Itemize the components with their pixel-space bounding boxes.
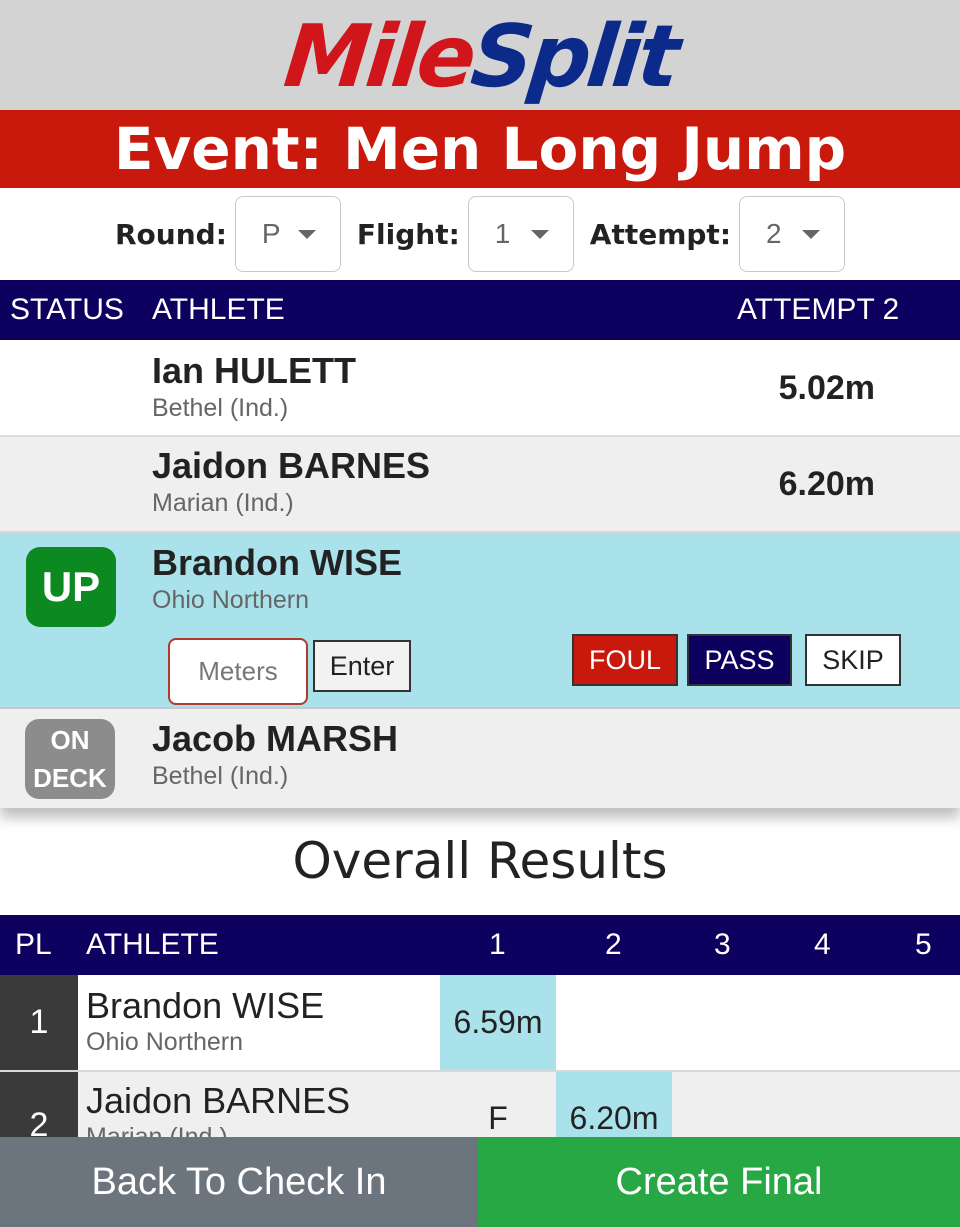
athlete-name: Brandon WISE: [152, 542, 402, 583]
athlete-name: Ian HULETT: [152, 350, 356, 391]
athlete-team: Marian (Ind.): [152, 489, 294, 517]
attempt-mark: 5.02m: [778, 369, 875, 407]
chevron-down-icon: [297, 229, 316, 239]
attempt-selector-group: Attempt: 2: [589, 196, 846, 272]
on-deck-line-1: ON: [50, 725, 90, 755]
flight-select[interactable]: 1: [467, 196, 574, 272]
flight-selector-group: Flight: 1: [357, 196, 574, 272]
attempt-2-column-header: 2: [605, 928, 622, 961]
bottom-action-bar: Back To Check In Create Final: [0, 1137, 960, 1227]
flight-value: 1: [494, 218, 511, 249]
place-cell: 1: [0, 975, 78, 1070]
round-value: P: [261, 218, 281, 249]
athlete-column-header: ATHLETE: [152, 293, 285, 326]
attempt-table-header: STATUS ATHLETE ATTEMPT 2: [0, 280, 960, 340]
attempt-mark: 6.20m: [778, 465, 875, 503]
enter-button[interactable]: Enter: [313, 640, 411, 692]
overall-results-header: PL ATHLETE 1 2 3 4 5: [0, 915, 960, 975]
round-flight-attempt-selectors: Round: P Flight: 1 Attempt: 2: [0, 188, 960, 280]
attempt-1-column-header: 1: [489, 928, 506, 961]
table-row: Ian HULETT Bethel (Ind.) 5.02m: [0, 340, 960, 437]
event-title: Event: Men Long Jump: [113, 115, 847, 183]
athlete-name: Jaidon BARNES: [86, 1080, 351, 1121]
chevron-down-icon: [530, 229, 549, 239]
table-row: 1 Brandon WISE Ohio Northern 6.59m: [0, 975, 960, 1072]
athlete-name: Jacob MARSH: [152, 718, 399, 759]
status-column-header: STATUS: [10, 293, 124, 326]
create-final-button[interactable]: Create Final: [478, 1137, 960, 1227]
flight-athletes-panel: Ian HULETT Bethel (Ind.) 5.02m Jaidon BA…: [0, 340, 960, 808]
foul-button[interactable]: FOUL: [572, 634, 678, 686]
attempt-4-column-header: 4: [814, 928, 831, 961]
athlete-column-header: ATHLETE: [86, 928, 219, 961]
attempt-5-column-header: 5: [915, 928, 932, 961]
table-row: Jaidon BARNES Marian (Ind.) 6.20m: [0, 437, 960, 533]
back-to-check-in-button[interactable]: Back To Check In: [0, 1137, 478, 1227]
milesplit-logo: MileSplit: [280, 7, 681, 107]
on-deck-row: ON DECK Jacob MARSH Bethel (Ind.): [0, 709, 960, 808]
attempt-select[interactable]: 2: [739, 196, 846, 272]
attempt-value: 2: [766, 218, 782, 249]
flight-label: Flight:: [356, 217, 460, 251]
pass-button[interactable]: PASS: [687, 634, 792, 686]
athlete-team: Ohio Northern: [152, 586, 310, 614]
round-label: Round:: [114, 217, 227, 251]
event-title-bar: Event: Men Long Jump: [0, 110, 960, 188]
attempt-1-cell: 6.59m: [440, 975, 556, 1070]
overall-results-title: Overall Results: [292, 832, 668, 890]
athlete-team: Bethel (Ind.): [152, 394, 289, 422]
current-athlete-row: UP Brandon WISE Ohio Northern Enter FOUL…: [0, 533, 960, 709]
chevron-down-icon: [802, 229, 821, 239]
on-deck-status-badge: ON DECK: [25, 719, 115, 799]
header-logo-bar: MileSplit: [0, 0, 960, 110]
on-deck-line-2: DECK: [33, 763, 107, 793]
attempt-label: Attempt:: [589, 217, 732, 251]
round-selector-group: Round: P: [115, 196, 341, 272]
meters-input[interactable]: [168, 638, 308, 705]
place-column-header: PL: [15, 928, 52, 961]
round-select[interactable]: P: [234, 196, 341, 272]
athlete-team: Bethel (Ind.): [152, 762, 289, 790]
attempt-3-column-header: 3: [714, 928, 731, 961]
logo-part-mile: Mile: [279, 7, 477, 107]
attempt-column-header: ATTEMPT 2: [737, 293, 900, 326]
skip-button[interactable]: SKIP: [805, 634, 901, 686]
up-status-badge: UP: [26, 547, 116, 627]
athlete-team: Ohio Northern: [86, 1028, 244, 1056]
athlete-name: Jaidon BARNES: [152, 445, 431, 486]
logo-part-split: Split: [466, 7, 681, 107]
athlete-name: Brandon WISE: [86, 985, 325, 1026]
